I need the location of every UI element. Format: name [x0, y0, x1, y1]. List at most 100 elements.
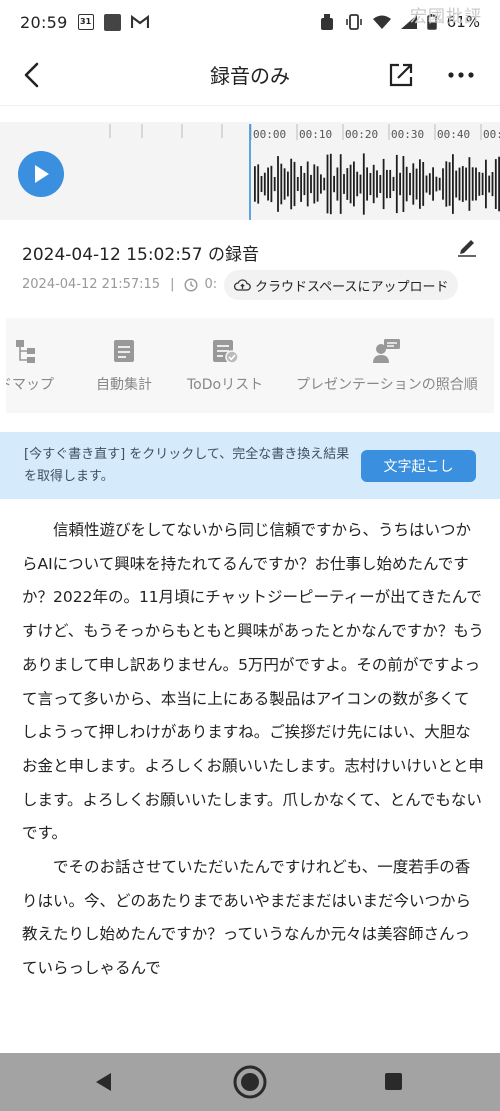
status-left: 20:59 31 — [20, 13, 149, 32]
audio-player: 00:00 00:10 00:20 00:30 00:40 00:5 — [0, 122, 500, 220]
waveform-bar — [310, 174, 312, 194]
waveform-bar — [382, 158, 385, 210]
clock-icon — [184, 277, 198, 292]
transcript-body: 信頼性遊びをしてないから同じ信頼ですから、うちはいつからAIについて興味を持たれ… — [22, 514, 484, 986]
waveform-bar — [458, 167, 461, 201]
waveform-bar — [257, 164, 260, 204]
waveform-bar — [465, 167, 467, 201]
waveform-bar — [333, 175, 335, 193]
waveform-bar — [448, 162, 451, 206]
waveform-bar — [372, 164, 375, 204]
system-nav-bar — [0, 1053, 500, 1111]
timeline-tick-label: 00:40 — [437, 128, 470, 141]
transcribe-banner: [今すぐ書き直す] をクリックして、完全な書き換え結果を取得します。 文字起こし — [0, 432, 500, 499]
gmail-icon — [130, 15, 149, 29]
upload-label: クラウドスペースにアップロード — [255, 279, 449, 295]
waveform-bar — [336, 167, 339, 201]
watermark-text: 宏國批評 — [410, 7, 482, 27]
edit-title-button[interactable] — [455, 234, 479, 258]
mindmap-icon — [16, 340, 35, 363]
nav-back-icon[interactable] — [93, 1071, 113, 1093]
waveform-bar — [445, 161, 448, 207]
waveform-bar — [293, 161, 296, 207]
recording-title: 2024-04-12 15:02:57 の録音 — [22, 245, 259, 265]
tool-todo-list[interactable]: ToDoリスト — [187, 338, 263, 398]
waveform-timeline[interactable]: 00:00 00:10 00:20 00:30 00:40 00:5 — [82, 122, 500, 220]
transcribe-button[interactable]: 文字起こし — [361, 450, 476, 482]
tool-presentation[interactable]: プレゼンテーションの照合順 — [296, 338, 478, 398]
timeline-tick-label: 00:10 — [299, 128, 332, 141]
waveform-bar — [419, 159, 421, 209]
play-icon — [35, 165, 49, 183]
waveform-bar — [362, 153, 365, 215]
waveform-bar — [399, 172, 401, 196]
waveform-bar — [369, 173, 372, 196]
wifi-icon — [372, 15, 391, 29]
tool-label: ドマップ — [6, 377, 54, 393]
waveform-bar — [392, 176, 395, 191]
play-button[interactable] — [18, 151, 64, 197]
waveform-bar — [349, 164, 352, 204]
waveform-bar — [323, 177, 326, 191]
page-title: 録音のみ — [210, 64, 290, 88]
waveform-bar — [339, 154, 342, 214]
waveform-bar — [376, 170, 378, 198]
waveform-bar — [468, 157, 471, 211]
back-arrow-icon — [24, 62, 39, 88]
recording-meta: 2024-04-12 21:57:15 | 0: — [22, 277, 217, 292]
waveform-bar — [290, 158, 293, 210]
tool-auto-summary[interactable]: 自動集計 — [96, 338, 152, 398]
vibrate-icon — [345, 14, 363, 30]
waveform-bar — [277, 156, 279, 212]
transcript-paragraph: 信頼性遊びをしてないから同じ信頼ですから、うちはいつからAIについて興味を持たれ… — [22, 521, 484, 843]
waveform-bar — [346, 168, 349, 200]
waveform-bar — [306, 161, 309, 207]
waveform-bar — [254, 166, 256, 202]
more-options-button[interactable] — [444, 58, 478, 92]
tool-mindmap[interactable]: ドマップ — [6, 338, 54, 398]
presentation-icon — [372, 339, 400, 363]
waveform-bar — [316, 166, 319, 202]
transcript-paragraph: でそのお話させていただいたんですけれども、一度若手の香りはい。今、どのあたりまで… — [22, 858, 472, 978]
waveform-bar — [422, 162, 425, 206]
share-button[interactable] — [384, 58, 418, 92]
waveform-bar — [280, 163, 283, 205]
waveform-bar — [432, 167, 434, 201]
app-notification-icon — [103, 13, 121, 31]
upload-cloud-button[interactable]: クラウドスペースにアップロード — [224, 270, 459, 300]
nav-recents-icon[interactable] — [385, 1073, 402, 1090]
timeline-tick-label: 00:00 — [253, 128, 286, 141]
nav-home-icon[interactable] — [230, 1062, 270, 1102]
waveform-bar — [296, 177, 299, 191]
waveform-bar — [267, 167, 269, 201]
waveform-bar — [475, 167, 477, 201]
waveform-bar — [485, 159, 487, 209]
waveform-bar — [313, 164, 316, 204]
timeline-tick-label: 00:5 — [483, 128, 500, 141]
waveform-bar — [326, 154, 329, 214]
waveform-bar — [329, 153, 332, 215]
waveform-bar — [481, 172, 484, 196]
waveform-bar — [452, 154, 454, 214]
summary-icon — [114, 340, 134, 362]
waveform-bar — [415, 168, 418, 200]
waveform-bar — [494, 159, 497, 209]
waveform-bar — [356, 171, 359, 197]
waveform-bar — [260, 176, 263, 192]
waveform-bar — [461, 166, 464, 202]
waveform-bar — [425, 175, 428, 193]
duration-text: 0: — [204, 277, 218, 292]
tools-row: ドマップ 自動集計 ToDoリスト プレゼンテーションの照合順 — [6, 318, 494, 413]
waveform-bar — [471, 167, 474, 201]
timeline-tick-label: 00:20 — [345, 128, 378, 141]
todo-list-icon — [213, 340, 239, 364]
waveform-bar — [300, 166, 302, 202]
waveform-bar — [283, 168, 286, 200]
waveform-bar — [405, 166, 408, 202]
alarm-icon — [319, 13, 335, 31]
back-button[interactable] — [14, 58, 48, 92]
waveform-bar — [389, 169, 392, 199]
tool-label: 自動集計 — [96, 377, 152, 393]
waveform-bar — [273, 177, 276, 192]
waveform-bar — [359, 174, 362, 194]
